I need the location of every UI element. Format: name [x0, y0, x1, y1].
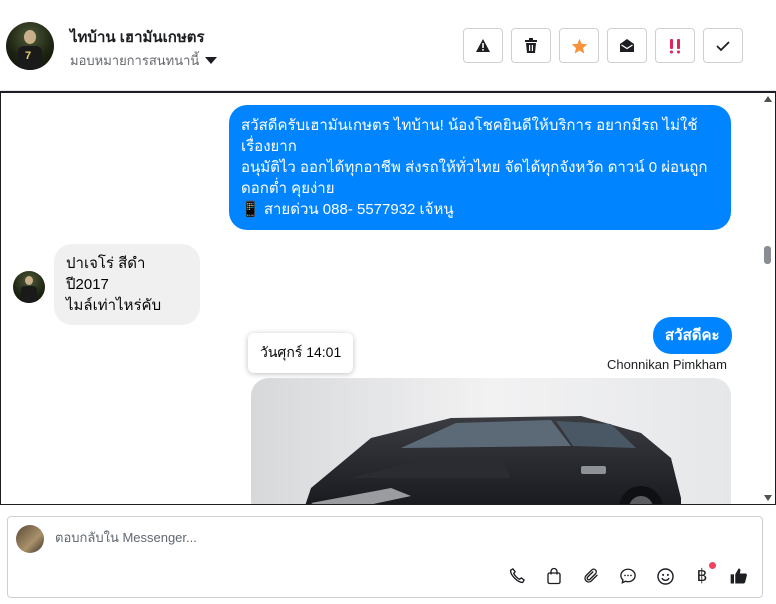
star-icon [571, 38, 587, 54]
warning-icon [476, 39, 490, 52]
mark-unread-button[interactable] [607, 28, 647, 63]
reply-composer: ฿ [7, 516, 763, 598]
shopping-bag-icon[interactable] [543, 565, 565, 587]
check-icon [716, 40, 730, 51]
chat-bubble-icon[interactable] [617, 565, 639, 587]
incoming-message[interactable]: ปาเจโร่ สีดำปี2017 ไมล์เท่าไหร่คับ [54, 244, 200, 325]
caret-down-icon [205, 57, 218, 64]
delete-button[interactable] [511, 28, 551, 63]
trash-icon [525, 37, 537, 53]
reply-input[interactable] [55, 530, 735, 545]
contact-avatar-small[interactable] [13, 271, 45, 303]
message-line: ปาเจโร่ สีดำปี2017 [66, 255, 146, 293]
message-line: อนุมัติไว ออกได้ทุกอาชีพ ส่งรถให้ทั่วไทย… [241, 159, 708, 197]
outgoing-message[interactable]: สวัสดีครับเฮามันเกษตร ไทบ้าน! น้องโชคยิน… [229, 105, 731, 230]
follow-up-button[interactable] [655, 28, 695, 63]
assign-label: มอบหมายการสนทนานี้ [70, 53, 200, 68]
conversation-app: 7 ไทบ้าน เฮามันเกษตร มอบหมายการสนทนานี้ [0, 0, 776, 604]
notification-dot [709, 562, 716, 569]
car-photo-image [251, 378, 731, 504]
page-avatar [16, 525, 44, 553]
scroll-down-arrow-icon[interactable] [764, 495, 772, 501]
conversation-header: 7 ไทบ้าน เฮามันเกษตร มอบหมายการสนทนานี้ [0, 0, 776, 91]
sender-name: Chonnikan Pimkham [607, 357, 727, 372]
scrollbar-thumb[interactable] [764, 246, 771, 264]
envelope-open-icon [620, 39, 634, 52]
conversation-actions [463, 28, 743, 63]
baht-icon[interactable]: ฿ [691, 562, 716, 587]
star-button[interactable] [559, 28, 599, 63]
assign-conversation-dropdown[interactable]: มอบหมายการสนทนานี้ [70, 50, 218, 71]
double-exclamation-icon [670, 38, 680, 53]
report-spam-button[interactable] [463, 28, 503, 63]
scrollbar[interactable] [761, 93, 775, 504]
contact-name[interactable]: ไทบ้าน เฮามันเกษตร [70, 25, 205, 49]
composer-tools: ฿ [506, 562, 750, 587]
baht-symbol: ฿ [696, 566, 708, 585]
message-thread[interactable]: สวัสดีครับเฮามันเกษตร ไทบ้าน! น้องโชคยิน… [0, 91, 776, 505]
car-photo-attachment[interactable] [251, 378, 731, 504]
contact-avatar[interactable]: 7 [6, 22, 54, 70]
timestamp-tooltip: วันศุกร์ 14:01 [248, 333, 354, 373]
outgoing-message[interactable]: สวัสดีคะ [653, 317, 732, 354]
paperclip-icon[interactable] [580, 565, 602, 587]
scroll-up-arrow-icon[interactable] [764, 96, 772, 102]
message-line: 📱 สายด่วน 088- 5577932 เจ้หนู [241, 201, 454, 218]
thumbs-up-icon[interactable] [728, 565, 750, 587]
phone-icon[interactable] [506, 565, 528, 587]
smiley-icon[interactable] [654, 565, 676, 587]
message-line: ไมล์เท่าไหร่คับ [66, 297, 162, 314]
mark-done-button[interactable] [703, 28, 743, 63]
message-line: สวัสดีครับเฮามันเกษตร ไทบ้าน! น้องโชคยิน… [241, 117, 698, 155]
